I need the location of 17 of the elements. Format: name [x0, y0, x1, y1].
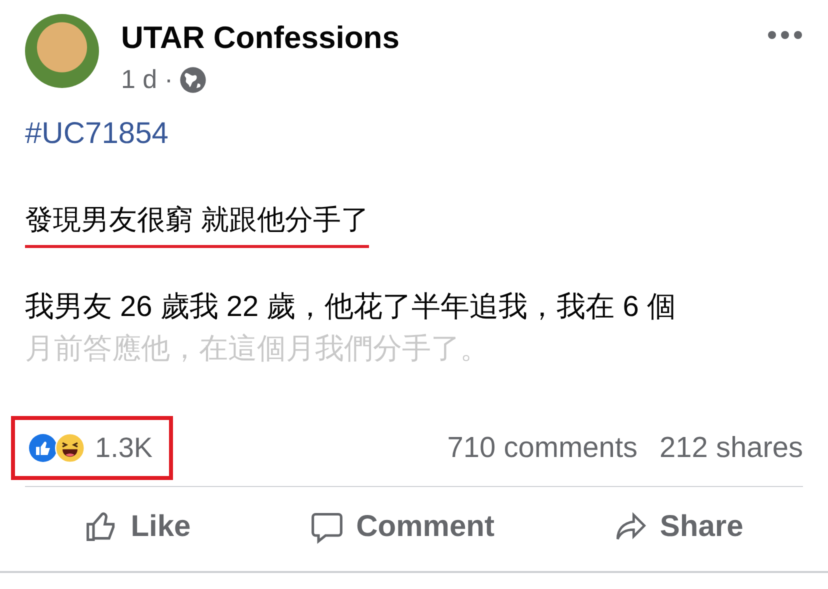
share-button[interactable]: Share	[604, 505, 754, 549]
share-count[interactable]: 212 shares	[660, 432, 803, 464]
laughing-emoji-icon	[55, 433, 85, 463]
post-text: 我男友 26 歲我 22 歲，他花了半年追我，我在 6 個	[25, 290, 676, 325]
post-headline: 發現男友很窮 就跟他分手了	[25, 201, 369, 248]
like-button[interactable]: Like	[74, 505, 201, 549]
speech-bubble-icon	[310, 510, 344, 544]
more-options-icon[interactable]	[767, 30, 803, 40]
reaction-count: 1.3K	[95, 432, 153, 464]
comment-count[interactable]: 710 comments	[447, 432, 638, 464]
like-reaction-icon	[29, 434, 57, 462]
post-time: 1 d ·	[121, 64, 174, 95]
comment-button[interactable]: Comment	[300, 505, 504, 549]
page-name[interactable]: UTAR Confessions	[121, 20, 745, 56]
globe-icon	[179, 66, 208, 94]
hashtag-link[interactable]: #UC71854	[25, 117, 168, 151]
reactions-summary[interactable]: 1.3K	[11, 416, 173, 480]
